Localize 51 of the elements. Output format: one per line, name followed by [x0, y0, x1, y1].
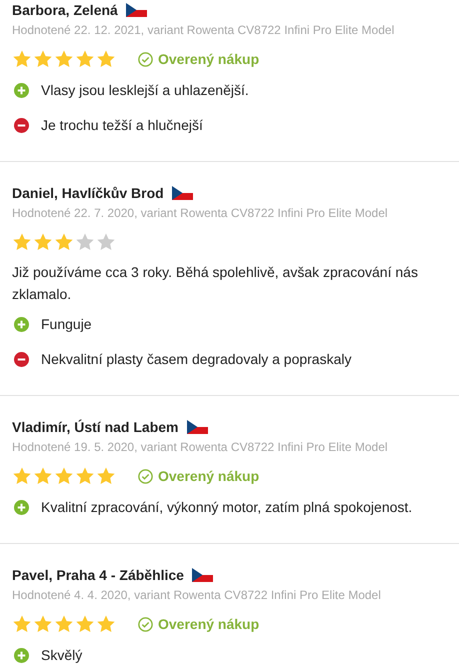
pro-text: Kvalitní zpracování, výkonný motor, zatím plná spokojenost. [41, 498, 412, 517]
star-icon [96, 614, 116, 634]
reviewer-name: Vladimír, Ústí nad Labem [12, 418, 178, 437]
star-icon [75, 614, 95, 634]
star-icon [54, 466, 74, 486]
check-circle-icon [138, 52, 153, 66]
review-meta: Hodnotené 19. 5. 2020, variant Rowenta CV8722 Infini Pro Elite Model [12, 439, 389, 456]
star-icon [33, 49, 53, 69]
flag-icon [186, 420, 208, 434]
star-icon [96, 232, 116, 252]
pro-text: Funguje [41, 315, 92, 334]
star-icon [33, 232, 53, 252]
verified-purchase-label: Overený nákup [158, 616, 260, 632]
reviewer-name: Daniel, Havlíčkův Brod [12, 184, 164, 203]
star-icon [12, 466, 32, 486]
plus-icon [14, 500, 29, 514]
reviewer-name: Barbora, Zelená [12, 1, 118, 20]
flag-icon [172, 186, 193, 200]
flag-icon [192, 568, 213, 582]
check-circle-icon [138, 616, 153, 632]
review-meta: Hodnotené 22. 7. 2020, variant Rowenta CV8722 Infini Pro Elite Model [12, 205, 389, 222]
star-icon [12, 232, 32, 252]
review-text: Již používáme cca 3 roky. Běhá spolehlivě, avšak zpracování nás zklamalo. [12, 263, 419, 304]
con-text: Je trochu težší a hlučnejší [41, 116, 203, 135]
star-icon [96, 49, 116, 69]
star-icon [75, 466, 95, 486]
star-icon [12, 49, 32, 69]
reviewer-name: Pavel, Praha 4 - Záběhlice [12, 566, 184, 585]
verified-purchase-label: Overený nákup [158, 468, 260, 484]
verified-purchase-label: Overený nákup [158, 51, 260, 67]
flag-icon [126, 3, 147, 17]
star-icon [33, 466, 53, 486]
star-icon [75, 49, 95, 69]
star-icon [33, 614, 53, 634]
plus-icon [14, 648, 29, 662]
con-text: Nekvalitní plasty časem degradovaly a popraskaly [41, 350, 352, 369]
plus-icon [14, 316, 29, 332]
star-icon [54, 232, 74, 252]
star-icon [12, 614, 32, 634]
star-icon [96, 466, 116, 486]
check-circle-icon [138, 468, 153, 484]
pro-text: Skvělý [41, 646, 82, 665]
plus-icon [14, 82, 29, 98]
review-meta: Hodnotené 4. 4. 2020, variant Rowenta CV8722 Infini Pro Elite Model [12, 587, 382, 604]
star-icon [75, 232, 95, 252]
minus-icon [14, 118, 29, 132]
star-icon [54, 614, 74, 634]
star-icon [54, 49, 74, 69]
pro-text: Vlasy jsou lesklejší a uhlazenější. [41, 81, 249, 100]
minus-icon [14, 352, 29, 366]
review-meta: Hodnotené 22. 12. 2021, variant Rowenta CV8722 Infini Pro Elite Model [12, 22, 396, 39]
